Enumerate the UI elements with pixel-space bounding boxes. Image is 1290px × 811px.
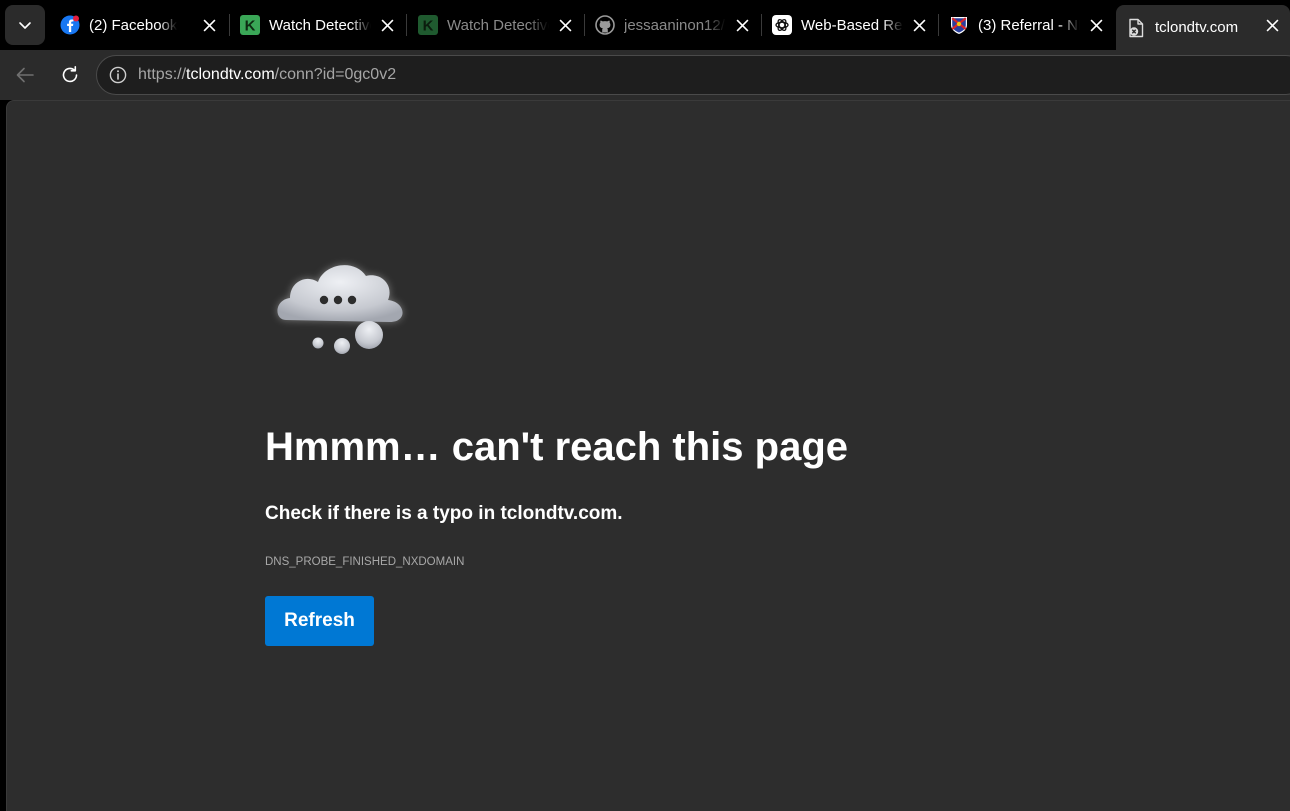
close-icon	[1090, 19, 1102, 31]
refresh-button[interactable]: Refresh	[265, 596, 374, 646]
tab-title: jessaaninon12/backend	[624, 16, 726, 34]
tab-tclondtv-active[interactable]: tclondtv.com	[1116, 5, 1290, 50]
tab-close-button[interactable]	[1086, 15, 1106, 35]
url-path: /conn?id=0gc0v2	[274, 66, 397, 83]
browser-toolbar: https://tclondtv.com/conn?id=0gc0v2	[0, 50, 1290, 100]
tab-title: tclondtv.com	[1155, 19, 1239, 36]
url-scheme: https://	[138, 66, 187, 83]
shield-crest-icon	[949, 15, 969, 35]
tab-watch-detective-1[interactable]: K Watch Detective Conan	[230, 5, 405, 45]
facebook-icon	[60, 15, 80, 35]
close-icon	[1266, 19, 1278, 31]
kissanime-icon: K	[240, 15, 260, 35]
chatgpt-icon	[772, 15, 792, 35]
tab-close-button[interactable]	[377, 15, 397, 35]
tab-close-button[interactable]	[1262, 15, 1282, 35]
error-hint: Check if there is a typo in tclondtv.com…	[265, 503, 623, 524]
arrow-left-icon	[16, 67, 34, 83]
tab-facebook[interactable]: (2) Facebook	[50, 5, 227, 45]
tab-chatgpt[interactable]: Web-Based Rental	[762, 5, 937, 45]
tab-close-button[interactable]	[199, 15, 219, 35]
tab-strip: (2) Facebook K Watch Detective Conan K W…	[0, 0, 1290, 50]
close-icon	[381, 19, 393, 31]
github-icon	[595, 15, 615, 35]
reload-icon	[62, 66, 78, 83]
broken-page-icon	[1126, 18, 1146, 38]
url-text: https://tclondtv.com/conn?id=0gc0v2	[138, 66, 396, 84]
svg-text:K: K	[423, 18, 434, 35]
tab-github[interactable]: jessaaninon12/backend	[585, 5, 760, 45]
tab-close-button[interactable]	[555, 15, 575, 35]
close-icon	[559, 19, 571, 31]
tab-referral[interactable]: (3) Referral - NEU	[939, 5, 1114, 45]
kissanime-icon: K	[418, 15, 438, 35]
tab-actions-menu-button[interactable]	[5, 5, 45, 45]
error-title: Hmmm… can't reach this page	[265, 425, 849, 469]
tab-title: (2) Facebook	[89, 16, 178, 34]
tab-title: (3) Referral - NEU	[978, 16, 1080, 34]
url-host: tclondtv.com	[186, 66, 275, 83]
reload-button[interactable]	[54, 59, 86, 91]
tab-close-button[interactable]	[909, 15, 929, 35]
close-icon	[913, 19, 925, 31]
back-button[interactable]	[9, 59, 41, 91]
tab-title: Watch Detective Conan	[269, 16, 371, 34]
cloud-thinking-icon	[277, 265, 403, 354]
info-icon[interactable]	[109, 66, 127, 84]
svg-text:K: K	[245, 18, 256, 35]
error-code: DNS_PROBE_FINISHED_NXDOMAIN	[265, 556, 465, 568]
close-icon	[203, 19, 215, 31]
tab-watch-detective-2[interactable]: K Watch Detective Conan	[408, 5, 583, 45]
tab-title: Watch Detective Conan	[447, 16, 549, 34]
tab-close-button[interactable]	[732, 15, 752, 35]
tab-title: Web-Based Rental	[801, 16, 903, 34]
chevron-down-icon	[19, 22, 31, 29]
tab-separator	[406, 14, 407, 36]
address-bar[interactable]: https://tclondtv.com/conn?id=0gc0v2	[96, 55, 1290, 95]
close-icon	[736, 19, 748, 31]
